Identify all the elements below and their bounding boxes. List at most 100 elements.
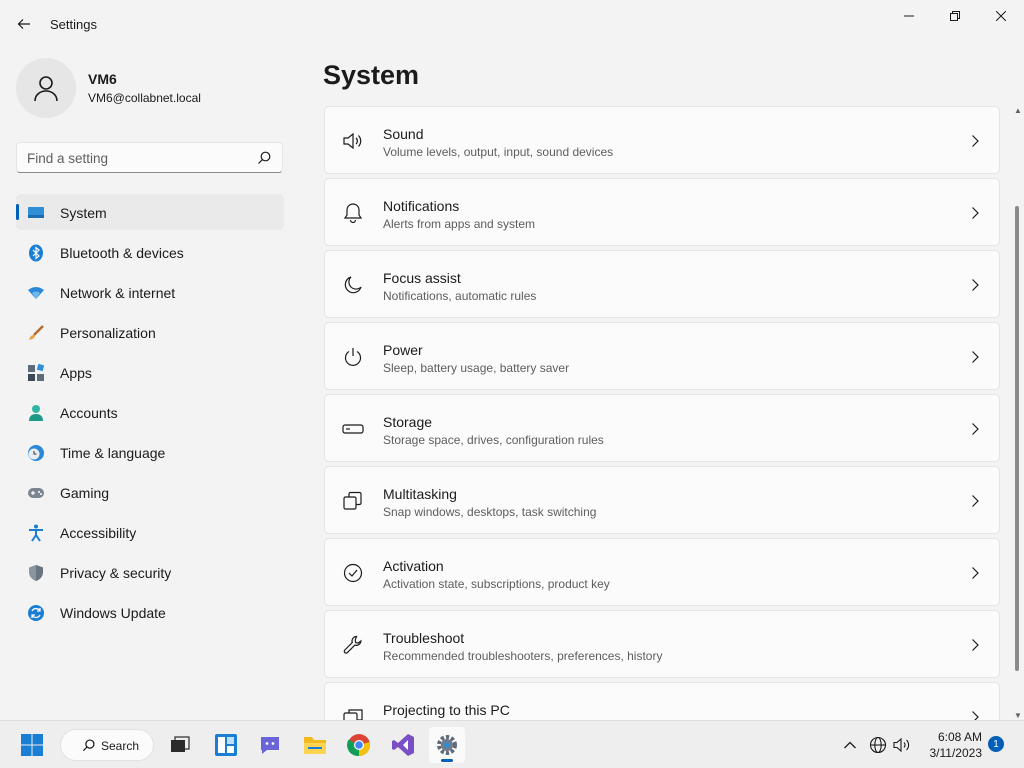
settings-card-storage[interactable]: Storage Storage space, drives, configura… xyxy=(324,394,1000,462)
sidebar-item-label: Windows Update xyxy=(60,605,166,621)
restore-icon xyxy=(950,11,960,21)
back-arrow-icon xyxy=(17,19,30,29)
search-icon xyxy=(82,739,95,752)
chevron-up-icon xyxy=(844,741,856,749)
gaming-icon xyxy=(27,484,45,502)
chevron-right-icon xyxy=(972,567,979,579)
sidebar-item-label: Personalization xyxy=(60,325,156,341)
search-box[interactable] xyxy=(16,142,283,173)
settings-window: Settings VM6 VM6@collabnet.local System xyxy=(0,0,1024,720)
sidebar-item-system[interactable]: System xyxy=(16,194,284,230)
card-description: Notifications, automatic rules xyxy=(383,289,537,303)
bell-icon xyxy=(342,202,364,224)
windows-update-icon xyxy=(27,604,45,622)
settings-card-projecting[interactable]: Projecting to this PC xyxy=(324,682,1000,720)
card-description: Recommended troubleshooters, preferences… xyxy=(383,649,663,663)
gear-icon xyxy=(437,735,457,755)
maximize-button[interactable] xyxy=(932,0,978,32)
card-title: Notifications xyxy=(383,198,460,214)
start-button[interactable] xyxy=(14,727,50,763)
sidebar-item-time-language[interactable]: Time & language xyxy=(16,434,284,470)
settings-card-notifications[interactable]: Notifications Alerts from apps and syste… xyxy=(324,178,1000,246)
sidebar-item-accessibility[interactable]: Accessibility xyxy=(16,514,284,550)
settings-taskbar-button[interactable] xyxy=(429,727,465,763)
clock-time: 6:08 AM xyxy=(937,730,982,744)
vertical-scrollbar[interactable]: ▲ ▼ xyxy=(1012,106,1024,720)
sidebar-item-label: Accounts xyxy=(60,405,118,421)
sidebar-item-personalization[interactable]: Personalization xyxy=(16,314,284,350)
settings-card-focus-assist[interactable]: Focus assist Notifications, automatic ru… xyxy=(324,250,1000,318)
personalization-icon xyxy=(27,324,45,342)
close-icon xyxy=(996,11,1006,21)
chevron-right-icon xyxy=(972,279,979,291)
visual-studio-button[interactable] xyxy=(385,727,421,763)
volume-icon xyxy=(893,737,910,753)
user-profile[interactable]: VM6 VM6@collabnet.local xyxy=(16,58,276,118)
minimize-button[interactable] xyxy=(886,0,932,32)
card-title: Sound xyxy=(383,126,424,142)
back-button[interactable] xyxy=(10,10,38,38)
sidebar-item-label: Network & internet xyxy=(60,285,176,301)
teams-chat-button[interactable] xyxy=(252,727,288,763)
speaker-icon xyxy=(342,130,364,152)
card-title: Projecting to this PC xyxy=(383,702,510,718)
file-explorer-button[interactable] xyxy=(297,727,333,763)
wrench-icon xyxy=(342,634,364,656)
card-title: Activation xyxy=(383,558,444,574)
folder-icon xyxy=(304,737,326,754)
sidebar-item-accounts[interactable]: Accounts xyxy=(16,394,284,430)
network-tray-button[interactable] xyxy=(868,735,888,755)
settings-card-sound[interactable]: Sound Volume levels, output, input, soun… xyxy=(324,106,1000,174)
chevron-right-icon xyxy=(972,207,979,219)
search-icon[interactable] xyxy=(256,150,272,166)
sidebar-item-label: Time & language xyxy=(60,445,166,461)
settings-card-troubleshoot[interactable]: Troubleshoot Recommended troubleshooters… xyxy=(324,610,1000,678)
widgets-icon xyxy=(215,734,237,756)
taskbar: Search 6:08 AM 3/11/2023 1 xyxy=(0,720,1024,768)
taskbar-search[interactable]: Search xyxy=(60,729,154,761)
sidebar-item-bluetooth[interactable]: Bluetooth & devices xyxy=(16,234,284,270)
user-name: VM6 xyxy=(88,71,117,87)
projecting-icon xyxy=(342,706,364,720)
card-description: Snap windows, desktops, task switching xyxy=(383,505,597,519)
chevron-right-icon xyxy=(972,495,979,507)
sidebar-item-network[interactable]: Network & internet xyxy=(16,274,284,310)
accounts-icon xyxy=(27,404,45,422)
network-icon xyxy=(27,284,45,302)
activation-icon xyxy=(342,562,364,584)
page-title: System xyxy=(323,60,420,90)
notification-badge[interactable]: 1 xyxy=(988,736,1004,752)
chat-icon xyxy=(261,737,279,754)
card-title: Storage xyxy=(383,414,433,430)
sidebar-item-apps[interactable]: Apps xyxy=(16,354,284,390)
user-email: VM6@collabnet.local xyxy=(88,91,201,105)
volume-tray-button[interactable] xyxy=(892,735,912,755)
power-icon xyxy=(342,346,364,368)
close-button[interactable] xyxy=(978,0,1024,32)
bluetooth-icon xyxy=(27,244,45,262)
sidebar-item-gaming[interactable]: Gaming xyxy=(16,474,284,510)
chevron-right-icon xyxy=(972,639,979,651)
sidebar-item-windows-update[interactable]: Windows Update xyxy=(16,594,284,630)
chrome-button[interactable] xyxy=(341,727,377,763)
sidebar-item-privacy-security[interactable]: Privacy & security xyxy=(16,554,284,590)
clock-date: 3/11/2023 xyxy=(929,746,983,760)
card-title: Power xyxy=(383,342,423,358)
taskbar-clock[interactable]: 6:08 AM 3/11/2023 xyxy=(912,729,983,761)
settings-card-multitasking[interactable]: Multitasking Snap windows, desktops, tas… xyxy=(324,466,1000,534)
chevron-right-icon xyxy=(972,135,979,147)
card-description: Sleep, battery usage, battery saver xyxy=(383,361,570,375)
visual-studio-icon xyxy=(392,734,414,756)
task-view-button[interactable] xyxy=(162,727,198,763)
show-hidden-icons-button[interactable] xyxy=(840,735,860,755)
taskbar-search-label: Search xyxy=(101,739,140,753)
widgets-button[interactable] xyxy=(208,727,244,763)
search-input[interactable] xyxy=(27,149,247,167)
scroll-up-arrow-icon[interactable]: ▲ xyxy=(1014,106,1022,115)
scroll-down-arrow-icon[interactable]: ▼ xyxy=(1014,711,1022,720)
scrollbar-thumb[interactable] xyxy=(1015,206,1019,671)
settings-card-activation[interactable]: Activation Activation state, subscriptio… xyxy=(324,538,1000,606)
task-view-icon xyxy=(171,736,190,752)
moon-icon xyxy=(342,274,364,296)
settings-card-power[interactable]: Power Sleep, battery usage, battery save… xyxy=(324,322,1000,390)
